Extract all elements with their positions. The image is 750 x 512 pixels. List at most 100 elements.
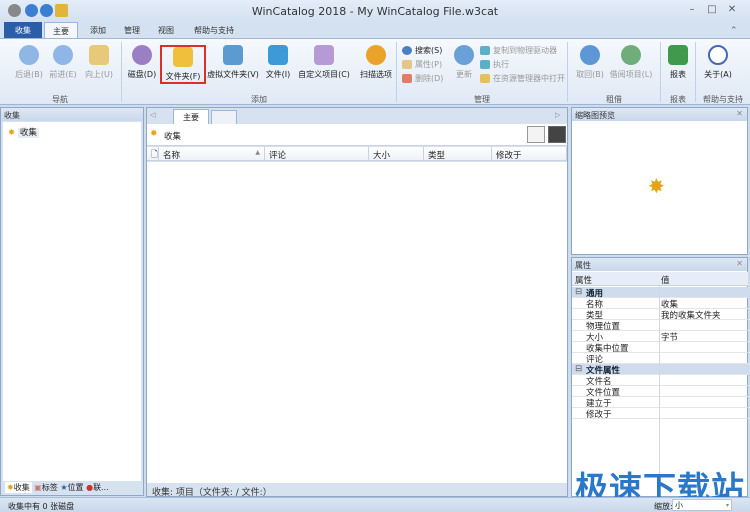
col-modified[interactable]: 修改于 — [492, 147, 567, 161]
custom-item-icon — [314, 45, 334, 65]
add-disk-button[interactable]: 磁盘(D) — [124, 43, 160, 80]
gear-icon — [366, 45, 386, 65]
report-button[interactable]: 报表 — [663, 43, 693, 80]
prop-col-header: 属性 — [575, 276, 593, 286]
group-label-nav: 导航 — [52, 95, 68, 104]
disk-icon — [132, 45, 152, 65]
maximize-button[interactable]: □ — [704, 4, 720, 16]
preview-toggle-button[interactable] — [548, 126, 566, 143]
add-file-button[interactable]: 文件(I) — [262, 43, 294, 80]
zoom-select[interactable]: 小 ▾ — [672, 499, 732, 511]
property-row[interactable]: 名称 收集 — [572, 298, 748, 310]
status-text: 收集中有 0 张磁盘 — [8, 502, 75, 511]
up-button[interactable]: 向上(U) — [82, 43, 116, 80]
tab-add[interactable]: 添加 — [82, 22, 114, 38]
col-comment[interactable]: 评论 — [265, 147, 369, 161]
update-button[interactable]: 更新 — [450, 43, 478, 80]
borrow-icon — [621, 45, 641, 65]
star-icon: ✸ — [8, 128, 16, 138]
back-button[interactable]: 后退(B) — [12, 43, 46, 80]
properties-icon — [402, 60, 412, 69]
file-icon — [268, 45, 288, 65]
group-label-manage: 管理 — [474, 95, 490, 104]
collapse-icon[interactable]: ⊟ — [575, 287, 582, 297]
scan-options-button[interactable]: 扫描选项 — [356, 43, 396, 80]
tab-help[interactable]: 帮助与支持 — [186, 22, 242, 38]
copy-to-drive-button[interactable]: 复制到物理驱动器 — [480, 45, 557, 56]
view-mode-button[interactable] — [527, 126, 545, 143]
ribbon: 后退(B) 前进(E) 向上(U) 导航 磁盘(D) 文件夹(F) 虚拟文件夹(… — [0, 38, 750, 105]
property-row[interactable]: 建立于 — [572, 397, 748, 409]
thumbnail-pane: 缩略图预览 ✕ ✸ — [571, 107, 748, 255]
properties-pane-title: 属性 — [575, 261, 591, 270]
status-bar: 收集中有 0 张磁盘 缩放: 小 ▾ — [0, 497, 750, 512]
close-pane-icon[interactable]: ✕ — [736, 109, 743, 118]
folder-add-icon — [173, 47, 193, 67]
minimize-button[interactable]: – — [684, 4, 700, 16]
bottom-tab-locations[interactable]: ★位置 — [60, 483, 83, 492]
tab-scroll-right-icon[interactable]: ▷ — [555, 111, 560, 119]
return-button[interactable]: 取回(B) — [572, 43, 608, 80]
value-col-header: 值 — [661, 276, 670, 286]
virtual-folder-icon — [223, 45, 243, 65]
property-row[interactable]: 文件位置 — [572, 386, 748, 398]
borrow-button[interactable]: 借阅项目(L) — [608, 43, 654, 80]
property-row[interactable]: 文件名 — [572, 375, 748, 387]
tree-item-collection[interactable]: ✸ 收集 — [8, 126, 39, 138]
forward-icon — [53, 45, 73, 65]
collapse-icon[interactable]: ⊟ — [575, 364, 582, 374]
return-icon — [580, 45, 600, 65]
back-icon — [19, 45, 39, 65]
column-header: 🗋 名称 ▲ 评论 大小 类型 修改于 — [147, 147, 567, 161]
search-button[interactable]: 搜索(S) — [402, 45, 442, 56]
tab-view[interactable]: 视图 — [150, 22, 182, 38]
add-virtual-folder-button[interactable]: 虚拟文件夹(V) — [207, 43, 259, 80]
col-type[interactable]: 类型 — [424, 147, 492, 161]
close-button[interactable]: ✕ — [724, 4, 740, 16]
property-group[interactable]: ⊟ 通用 — [572, 287, 748, 299]
path-bar: ✸ 收集 — [147, 124, 567, 146]
property-row[interactable]: 类型 我的收集文件夹 — [572, 309, 748, 321]
property-row[interactable]: 大小 字节 — [572, 331, 748, 343]
properties-button[interactable]: 属性(P) — [402, 59, 442, 70]
about-button[interactable]: 关于(A) — [698, 43, 738, 80]
property-group[interactable]: ⊟ 文件属性 — [572, 364, 748, 376]
zoom-label: 缩放: — [654, 502, 673, 511]
property-row[interactable]: 收集中位置 — [572, 342, 748, 354]
update-icon — [454, 45, 474, 65]
col-size[interactable]: 大小 — [369, 147, 424, 161]
file-list[interactable] — [147, 162, 567, 483]
collapse-ribbon-icon[interactable]: ⌃ — [730, 26, 738, 36]
group-label-help: 帮助与支持 — [703, 95, 743, 104]
group-label-add: 添加 — [251, 95, 267, 104]
col-icon[interactable]: 🗋 — [147, 147, 159, 161]
collection-pane-title: 收集 — [1, 108, 143, 121]
tab-scroll-left-icon[interactable]: ◁ — [150, 111, 155, 119]
star-icon: ✸ — [150, 129, 158, 139]
main-pane: ◁ 主要 ▷ ✸ 收集 🗋 名称 ▲ 评论 大小 类型 修改于 收集: 项目（文件… — [146, 107, 568, 498]
window-title: WinCatalog 2018 - My WinCatalog File.w3c… — [251, 5, 499, 18]
forward-button[interactable]: 前进(E) — [46, 43, 80, 80]
property-row[interactable]: 修改于 — [572, 408, 748, 420]
delete-button[interactable]: 删除(D) — [402, 73, 443, 84]
folder-up-icon — [89, 45, 109, 65]
bottom-tab-collection[interactable]: ✸收集 — [5, 482, 32, 493]
property-row[interactable]: 评论 — [572, 353, 748, 365]
copy-icon — [480, 46, 490, 55]
add-custom-item-button[interactable]: 自定义项目(C) — [296, 43, 352, 80]
delete-icon — [402, 74, 412, 83]
open-in-explorer-button[interactable]: 在资源管理器中打开 — [480, 73, 565, 84]
bottom-tab-tags[interactable]: ▣标签 — [34, 483, 58, 492]
execute-button[interactable]: 执行 — [480, 59, 509, 70]
tab-collection[interactable]: 收集 — [4, 22, 42, 38]
bottom-tab-contacts[interactable]: ●联... — [86, 483, 109, 492]
tab-main[interactable]: 主要 — [44, 22, 78, 38]
property-row[interactable]: 物理位置 — [572, 320, 748, 332]
group-label-lend: 租借 — [606, 95, 622, 104]
tab-manage[interactable]: 管理 — [116, 22, 148, 38]
add-folder-button[interactable]: 文件夹(F) — [160, 45, 206, 84]
close-pane-icon[interactable]: ✕ — [736, 259, 743, 268]
doc-tab-main[interactable]: 主要 — [173, 109, 209, 124]
doc-tab-new[interactable] — [211, 110, 237, 124]
col-name[interactable]: 名称 ▲ — [159, 147, 265, 161]
